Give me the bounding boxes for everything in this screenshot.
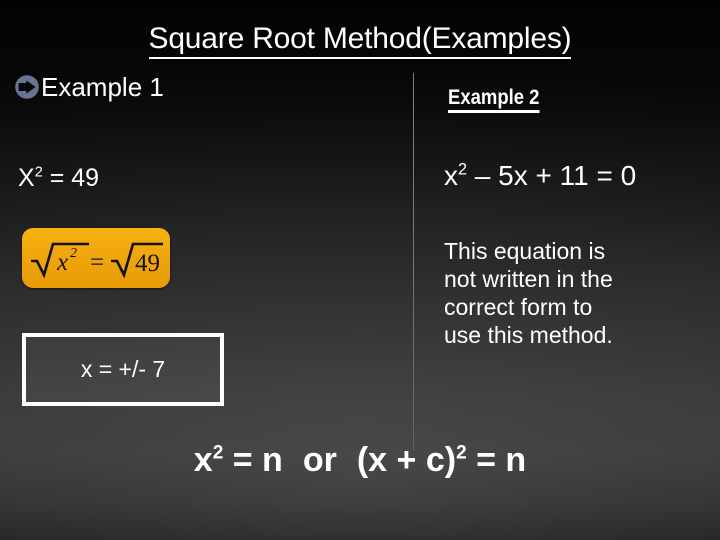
svg-text:49: 49 <box>135 250 160 277</box>
example-2-equation: x2 – 5x + 11 = 0 <box>444 160 636 192</box>
example-1-heading-row: Example 1 <box>14 74 164 100</box>
example-1-equation: X2 = 49 <box>18 164 99 193</box>
slide-canvas: Square Root Method(Examples) Example 1 X… <box>0 0 720 540</box>
formula-part2-open: (x + c) <box>356 441 457 479</box>
example-2-equation-exponent: 2 <box>458 160 468 179</box>
answer-text: x = +/- 7 <box>80 356 166 382</box>
example-2-heading: Example 2 <box>448 86 540 113</box>
general-form-formula: x2 = n or (x + c)2 = n <box>0 441 720 480</box>
formula-part2-exponent: 2 <box>456 442 467 464</box>
formula-conjunction: or <box>302 441 337 479</box>
svg-text:2: 2 <box>70 246 77 261</box>
slide-title-text: Square Root Method(Examples) <box>148 22 572 59</box>
answer-box: x = +/- 7 <box>22 333 224 406</box>
example-2-equation-rest: – 5x + 11 = 0 <box>467 160 637 191</box>
example-1-equation-base: X <box>18 164 35 192</box>
example-1-equation-exponent: 2 <box>34 164 43 181</box>
note-line: not written in the <box>444 266 613 293</box>
formula-part2-rest: = n <box>466 441 527 479</box>
column-divider <box>413 73 414 451</box>
formula-part1-rest: = n <box>223 441 283 479</box>
example-1-label: Example 1 <box>41 72 164 102</box>
example-2-label: Example 2 <box>448 86 540 113</box>
example-2-note: This equation is not written in the corr… <box>444 237 680 349</box>
formula-part1-base: x <box>193 441 213 479</box>
formula-part1-exponent: 2 <box>212 442 224 464</box>
note-line: use this method. <box>444 322 613 349</box>
note-line: This equation is <box>444 238 606 264</box>
note-line: correct form to <box>444 294 593 321</box>
arrow-circle-bullet-icon <box>15 75 39 99</box>
example-2-equation-base: x <box>444 160 458 191</box>
svg-text:=: = <box>90 249 104 276</box>
slide-title: Square Root Method(Examples) <box>0 22 720 59</box>
example-1-equation-rest: = 49 <box>42 164 100 192</box>
svg-text:x: x <box>56 249 68 276</box>
radical-expression-image: x 2 = 49 <box>31 242 163 279</box>
radical-step-box: x 2 = 49 <box>22 228 170 288</box>
